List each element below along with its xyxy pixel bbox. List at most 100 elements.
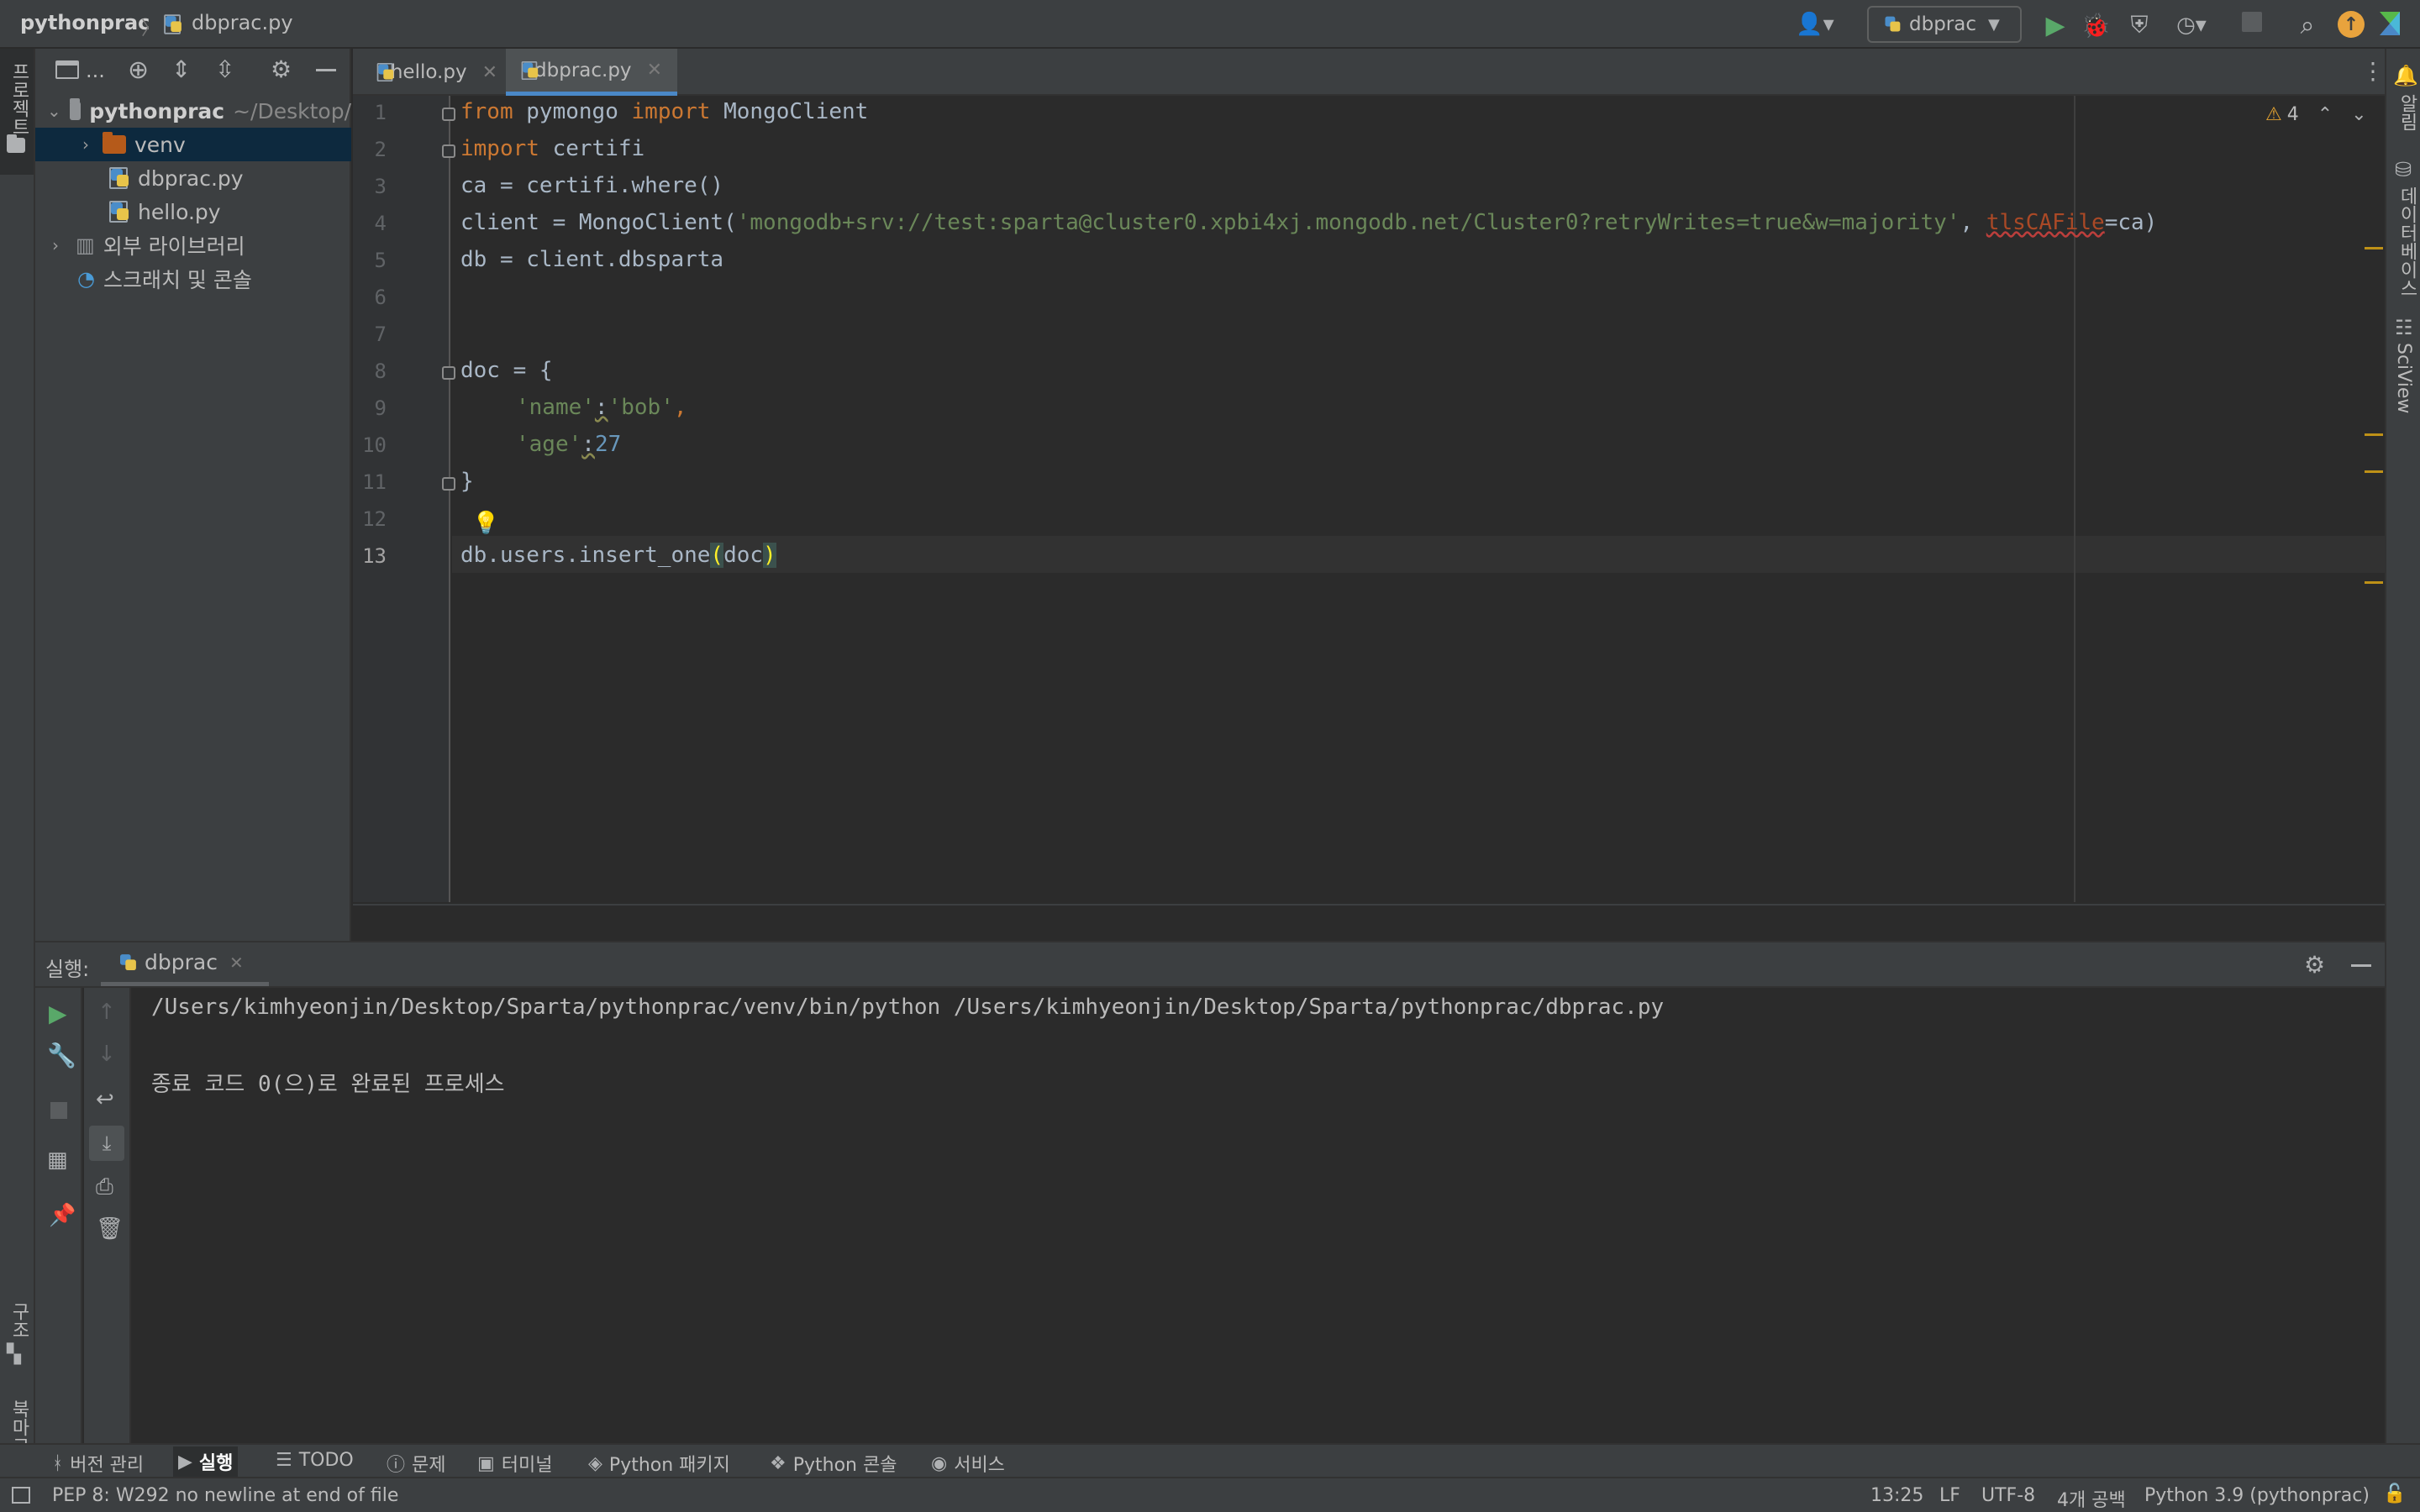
project-tool-button[interactable]: 프로젝트 xyxy=(0,49,34,175)
tab-hello[interactable]: hello.py ✕ xyxy=(361,49,513,96)
folder-icon xyxy=(103,132,126,154)
tool-services[interactable]: ◉ 서비스 xyxy=(931,1450,1005,1477)
run-toolbar-secondary: ↑ ↓ ↩ ⤓ ⎙ 🗑 xyxy=(84,988,131,1443)
debug-icon[interactable]: 🐞 xyxy=(2079,8,2112,42)
notifications-label: 알림 xyxy=(2396,94,2417,131)
more-options-icon[interactable]: ⋮ xyxy=(2361,57,2385,85)
tool-python-console[interactable]: ❖ Python 콘솔 xyxy=(770,1450,897,1477)
tree-item-label: 스크래치 및 콘솔 xyxy=(103,268,252,292)
tool-todo[interactable]: ☰ TODO xyxy=(276,1450,354,1471)
chevron-down-icon[interactable]: ⌄ xyxy=(2351,104,2366,125)
tree-item-external-libraries[interactable]: › ▥ 외부 라이브러리 xyxy=(35,228,351,262)
close-icon[interactable]: ✕ xyxy=(229,953,244,973)
update-icon[interactable]: ↑ xyxy=(2338,11,2365,38)
search-icon[interactable]: ⌕ xyxy=(2291,8,2324,42)
soft-wrap-icon[interactable]: ↩ xyxy=(96,1087,114,1112)
tool-run[interactable]: ▶ 실행 xyxy=(173,1446,239,1477)
token: db.users.insert_one xyxy=(460,543,711,568)
chevron-up-icon[interactable]: ⌃ xyxy=(2317,104,2333,125)
tree-item-hello[interactable]: hello.py xyxy=(35,195,351,228)
line-number: 11 xyxy=(362,470,387,494)
tab-label: hello.py xyxy=(390,61,467,83)
error-stripe-mark[interactable] xyxy=(2365,433,2383,436)
tree-item-venv[interactable]: › venv xyxy=(35,128,351,161)
coverage-icon[interactable]: ⛨ xyxy=(2123,8,2156,42)
lock-icon[interactable]: 🔓 xyxy=(2383,1483,2406,1504)
fold-icon[interactable] xyxy=(442,477,455,491)
tree-item-dbprac[interactable]: dbprac.py xyxy=(35,161,351,195)
tab-dbprac[interactable]: dbprac.py ✕ xyxy=(506,49,677,96)
notifications-tool-button[interactable]: 🔔 알림 xyxy=(2388,57,2420,141)
sciview-tool-button[interactable]: ☷ SciView xyxy=(2388,316,2420,467)
pin-icon[interactable]: 📌 xyxy=(49,1203,76,1228)
error-stripe-mark[interactable] xyxy=(2365,247,2383,249)
tool-version-control[interactable]: ᚼ 버전 관리 xyxy=(52,1450,144,1477)
status-message[interactable]: PEP 8: W292 no newline at end of file xyxy=(52,1485,398,1506)
view-mode-icon[interactable] xyxy=(55,60,79,79)
tool-problems[interactable]: ⓘ 문제 xyxy=(387,1450,446,1477)
cursor-position[interactable]: 13:25 xyxy=(1870,1485,1923,1506)
minimize-icon[interactable] xyxy=(2351,964,2371,967)
profile-icon[interactable]: ◷▾ xyxy=(2166,8,2217,42)
packages-icon: ◈ xyxy=(588,1452,602,1474)
tree-item-label: venv xyxy=(134,132,186,157)
user-icon[interactable]: 👤▾ xyxy=(1791,8,1839,40)
tool-terminal[interactable]: ▣ 터미널 xyxy=(477,1450,553,1477)
navigation-bar: pythonprac 〉 dbprac.py 👤▾ dbprac ▼ ▶ 🐞 ⛨… xyxy=(0,0,2420,49)
close-icon[interactable]: ✕ xyxy=(482,62,497,83)
toggle-tool-windows-icon[interactable] xyxy=(12,1487,30,1504)
run-tab-dbprac[interactable]: dbprac ✕ xyxy=(101,942,269,986)
collapse-all-icon[interactable]: ⇳ xyxy=(215,55,234,83)
rerun-icon[interactable]: ▶ xyxy=(49,1000,67,1027)
library-icon: ▥ xyxy=(76,234,95,257)
toolbox-icon[interactable] xyxy=(2380,12,2400,35)
wrench-icon[interactable]: 🔧 xyxy=(47,1042,76,1069)
indent-setting[interactable]: 4개 공백 xyxy=(2057,1485,2126,1512)
chevron-right-icon: › xyxy=(52,235,59,255)
line-separator[interactable]: LF xyxy=(1939,1485,1960,1506)
error-stripe-mark[interactable] xyxy=(2365,581,2383,584)
error-stripe-mark[interactable] xyxy=(2365,470,2383,473)
layout-icon[interactable]: ▦ xyxy=(47,1147,68,1173)
gear-icon[interactable]: ⚙ xyxy=(271,55,292,83)
minimize-icon[interactable] xyxy=(316,69,336,71)
locate-icon[interactable]: ⊕ xyxy=(128,55,149,85)
folder-icon xyxy=(7,134,25,153)
token: doc xyxy=(723,543,764,568)
token: =ca) xyxy=(2104,210,2158,235)
run-toolbar-primary: ▶ 🔧 ▦ 📌 xyxy=(35,988,82,1443)
tree-item-root[interactable]: ⌄ pythonprac ~/Desktop/ xyxy=(35,94,351,128)
fold-icon[interactable] xyxy=(442,366,455,380)
gear-icon[interactable]: ⚙ xyxy=(2304,951,2325,979)
tool-python-packages[interactable]: ◈ Python 패키지 xyxy=(588,1450,730,1477)
tree-item-scratches[interactable]: ◔ 스크래치 및 콘솔 xyxy=(35,262,351,296)
breadcrumb-file[interactable]: dbprac.py xyxy=(192,11,293,34)
file-encoding[interactable]: UTF-8 xyxy=(1981,1485,2035,1506)
arrow-down-icon[interactable]: ↓ xyxy=(97,1042,116,1067)
run-tab-label: dbprac xyxy=(145,950,218,974)
breadcrumb-project[interactable]: pythonprac xyxy=(20,11,150,34)
run-icon[interactable]: ▶ xyxy=(2039,8,2072,42)
tool-label: 터미널 xyxy=(501,1455,553,1476)
inspection-widget[interactable]: ⚠ 4 ⌃ ⌄ xyxy=(2265,104,2367,125)
fold-icon[interactable] xyxy=(442,144,455,158)
arrow-up-icon[interactable]: ↑ xyxy=(97,1000,116,1025)
run-config-select[interactable]: dbprac ▼ xyxy=(1867,6,2022,43)
print-icon[interactable]: ⎙ xyxy=(96,1174,113,1200)
fold-icon[interactable] xyxy=(442,108,455,121)
stop-icon[interactable] xyxy=(50,1102,67,1119)
trash-icon[interactable]: 🗑 xyxy=(96,1216,124,1242)
python-icon xyxy=(1884,15,1901,34)
left-tool-strip: 프로젝트 구조 ▚ 북마크 ▮ xyxy=(0,49,35,1469)
lightbulb-icon[interactable]: 💡 xyxy=(472,511,499,536)
close-icon[interactable]: ✕ xyxy=(647,60,662,81)
scroll-to-end-icon[interactable]: ⤓ xyxy=(89,1126,124,1161)
view-mode-label[interactable]: ... xyxy=(86,59,105,82)
expand-all-icon[interactable]: ⇕ xyxy=(171,55,191,83)
python-interpreter[interactable]: Python 3.9 (pythonprac) xyxy=(2144,1485,2370,1506)
structure-tool-button[interactable]: 구조 ▚ xyxy=(0,1247,34,1365)
code-editor[interactable]: 1 2 3 4 5 6 7 8 9 10 11 12 13 from pymon… xyxy=(353,96,2385,906)
stop-icon[interactable] xyxy=(2242,12,2262,32)
database-tool-button[interactable]: ⛁ 데이터베이스 xyxy=(2388,153,2420,338)
console-output[interactable]: /Users/kimhyeonjin/Desktop/Sparta/python… xyxy=(133,988,2385,1443)
